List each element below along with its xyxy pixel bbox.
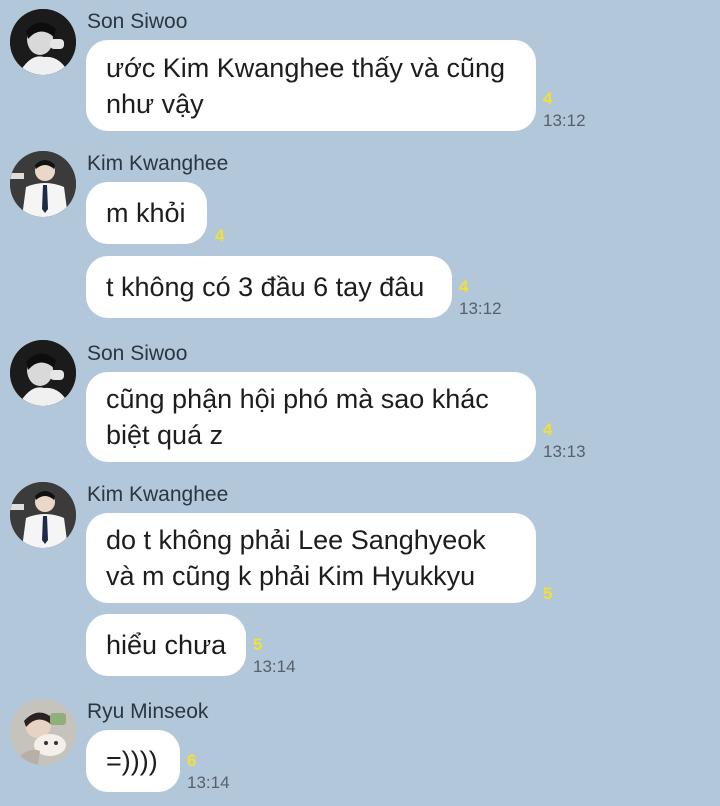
sender-name: Kim Kwanghee <box>87 152 229 175</box>
message-text: m khỏi <box>106 198 186 228</box>
message-bubble[interactable]: m khỏi <box>86 182 207 244</box>
unread-count: 5 <box>253 635 263 654</box>
sender-name: Ryu Minseok <box>87 700 209 723</box>
message-bubble[interactable]: do t không phải Lee Sanghyeok và m cũng … <box>86 513 536 603</box>
message-text: hiểu chưa <box>106 630 227 660</box>
message-text: như vậy <box>106 88 204 119</box>
message-bubble[interactable]: ước Kim Kwanghee thấy và cũng như vậy <box>86 40 536 131</box>
timestamp: 13:13 <box>543 442 586 461</box>
unread-count: 6 <box>187 751 197 770</box>
timestamp: 13:12 <box>543 111 586 130</box>
message-text: ước Kim Kwanghee thấy và cũng <box>106 52 505 83</box>
sender-name: Son Siwoo <box>87 342 188 365</box>
message-text: do t không phải Lee Sanghyeok <box>106 525 486 555</box>
timestamp: 13:14 <box>187 773 230 792</box>
message-bubble[interactable]: cũng phận hội phó mà sao khác biệt quá z <box>86 372 536 462</box>
sender-name: Kim Kwanghee <box>87 483 229 506</box>
message-bubble[interactable]: hiểu chưa <box>86 614 246 676</box>
message-bubble[interactable]: =)))) <box>86 730 180 792</box>
message-text: cũng phận hội phó mà sao khác <box>106 384 489 414</box>
message-bubble[interactable]: t không có 3 đầu 6 tay đâu <box>86 256 452 318</box>
unread-count: 4 <box>215 226 225 245</box>
timestamp: 13:12 <box>459 299 502 318</box>
son-siwoo-avatar-icon[interactable] <box>10 340 76 406</box>
unread-count: 4 <box>543 89 553 108</box>
unread-count: 5 <box>543 584 553 603</box>
ryu-minseok-avatar-icon[interactable] <box>10 699 76 765</box>
message-text: =)))) <box>106 746 158 776</box>
kim-kwanghee-avatar-icon[interactable] <box>10 151 76 217</box>
unread-count: 4 <box>543 420 553 439</box>
son-siwoo-avatar-icon[interactable] <box>10 9 76 75</box>
message-text: biệt quá z <box>106 420 224 450</box>
message-text: t không có 3 đầu 6 tay đâu <box>106 272 425 302</box>
unread-count: 4 <box>459 277 469 296</box>
timestamp: 13:14 <box>253 657 296 676</box>
kim-kwanghee-avatar-icon[interactable] <box>10 482 76 548</box>
message-text: và m cũng k phải Kim Hyukkyu <box>106 561 476 591</box>
sender-name: Son Siwoo <box>87 10 188 33</box>
